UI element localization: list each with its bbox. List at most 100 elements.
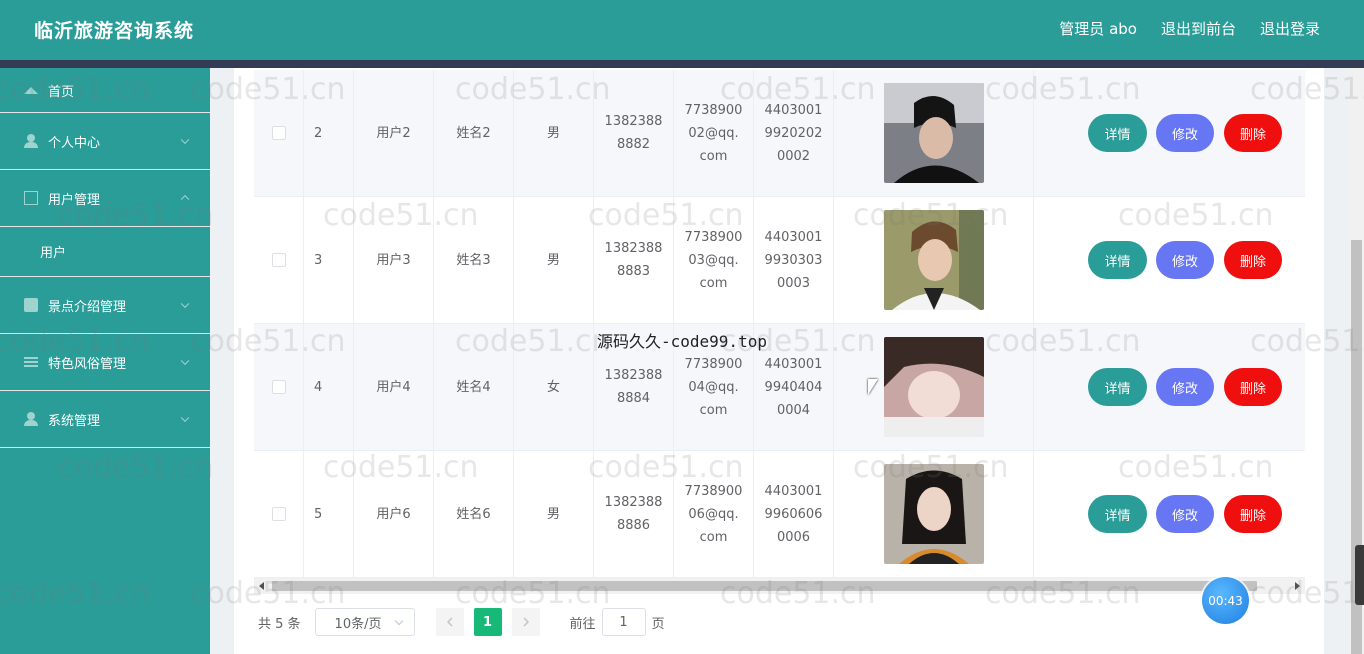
goto-page-input[interactable]: 1 [601,608,646,636]
table-row: 2 用户2 姓名2 男 1382388 8882 7738900 02@qq. … [254,70,1305,197]
idcard-line: 4403001 [764,102,823,118]
email-cell: 7738900 03@qq. com [674,197,754,323]
edit-button[interactable]: 修改 [1156,241,1214,279]
user-photo-image [883,337,984,437]
delete-button[interactable]: 删除 [1224,114,1282,152]
username-cell: 用户4 [354,324,434,450]
scroll-right-icon[interactable] [1295,582,1300,590]
idcard-line: 4403001 [764,483,823,499]
user-photo[interactable] [883,210,984,310]
gender-cell: 女 [514,324,594,450]
email-line: com [699,402,728,418]
chevron-right-icon [523,617,529,627]
page-number-button[interactable]: 1 [473,608,502,636]
chevron-down-icon [180,356,190,366]
user-photo[interactable] [883,464,984,564]
total-count: 共 5 条 [258,616,301,632]
sidebar-item-label: 用户 [40,246,67,261]
detail-button[interactable]: 详情 [1088,114,1147,152]
email-line: 02@qq. [688,125,739,141]
sidebar-subitem-users[interactable]: 用户 [0,227,210,277]
phone-line: 8886 [616,518,651,533]
delete-button[interactable]: 删除 [1224,495,1282,533]
email-line: 06@qq. [688,506,739,522]
chevron-down-icon [180,135,190,145]
user-photo[interactable] [883,83,984,183]
prev-page-button[interactable] [435,608,464,636]
index-cell: 3 [304,197,354,323]
user-photo-image [883,464,984,564]
email-line: 04@qq. [688,379,739,395]
goto-label: 前往 [569,616,596,632]
phone-cell: 1382388 8886 [594,451,674,577]
sidebar-item-label: 特色风俗管理 [48,356,127,372]
phone-line: 8882 [616,137,651,152]
detail-button[interactable]: 详情 [1088,495,1147,533]
mouse-cursor-icon [868,379,878,395]
main-content: 2 用户2 姓名2 男 1382388 8882 7738900 02@qq. … [234,68,1324,654]
scroll-left-icon[interactable] [259,582,264,590]
photo-cell [834,324,1034,450]
name-cell: 姓名4 [434,324,514,450]
edit-button[interactable]: 修改 [1156,368,1214,406]
thumb-icon [24,298,38,312]
phone-cell: 1382388 8882 [594,70,674,196]
photo-cell [834,451,1034,577]
sidebar-item-label: 首页 [48,84,75,100]
page-size-select[interactable]: 10条/页 [314,608,415,636]
row-checkbox[interactable] [271,507,286,521]
sidebar-item-personal-center[interactable]: 个人中心 [0,113,210,170]
user-icon [24,134,38,148]
email-line: com [699,529,728,545]
page-suffix: 页 [651,616,665,632]
delete-button[interactable]: 删除 [1224,368,1282,406]
edit-button[interactable]: 修改 [1156,495,1214,533]
idcard-cell: 4403001 9920202 0002 [754,70,834,196]
detail-button[interactable]: 详情 [1088,241,1147,279]
list-icon [24,355,38,369]
sidebar-item-label: 个人中心 [48,135,101,151]
delete-button[interactable]: 删除 [1224,241,1282,279]
username-cell: 用户2 [354,70,434,196]
sidebar-item-system-management[interactable]: 系统管理 [0,391,210,448]
email-line: 03@qq. [688,252,739,268]
sidebar-item-label: 用户管理 [48,192,101,208]
row-checkbox[interactable] [271,126,286,140]
idcard-line: 0002 [776,148,811,164]
sidebar-item-user-management[interactable]: 用户管理 [0,170,210,227]
email-cell: 7738900 02@qq. com [674,70,754,196]
row-checkbox[interactable] [271,380,286,394]
top-header: 临沂旅游咨询系统 管理员 abo 退出到前台 退出登录 [0,0,1364,60]
side-widget[interactable] [1355,545,1364,605]
table-row: 3 用户3 姓名3 男 1382388 8883 7738900 03@qq. … [254,197,1305,324]
phone-line: 8883 [616,264,651,279]
index-cell: 4 [304,324,354,450]
username-cell: 用户6 [354,451,434,577]
sidebar-item-home[interactable]: 首页 [0,68,210,113]
chevron-left-icon [446,617,453,627]
idcard-line: 0004 [776,402,811,418]
back-to-front-link[interactable]: 退出到前台 [1161,18,1236,39]
sidebar-item-scenic-management[interactable]: 景点介绍管理 [0,277,210,334]
gender-cell: 男 [514,197,594,323]
phone-line: 8884 [616,391,651,406]
sidebar-item-label: 景点介绍管理 [48,299,127,315]
row-checkbox[interactable] [271,253,286,267]
user-photo-image [883,83,984,183]
edit-button[interactable]: 修改 [1156,114,1214,152]
idcard-line: 9960606 [764,506,823,522]
table-row: 5 用户6 姓名6 男 1382388 8886 7738900 06@qq. … [254,451,1305,578]
phone-line: 1382388 [604,114,663,129]
sidebar-item-custom-management[interactable]: 特色风俗管理 [0,334,210,391]
next-page-button[interactable] [511,608,540,636]
scrollbar-thumb[interactable] [272,581,1257,591]
home-icon [24,86,38,94]
email-line: com [699,148,728,164]
select-cell [254,197,304,323]
photo-cell [834,197,1034,323]
user-photo[interactable] [883,337,984,437]
table-horizontal-scrollbar[interactable] [254,578,1305,594]
detail-button[interactable]: 详情 [1088,368,1147,406]
recording-timer[interactable]: 00:43 [1202,577,1249,624]
logout-link[interactable]: 退出登录 [1260,18,1320,39]
